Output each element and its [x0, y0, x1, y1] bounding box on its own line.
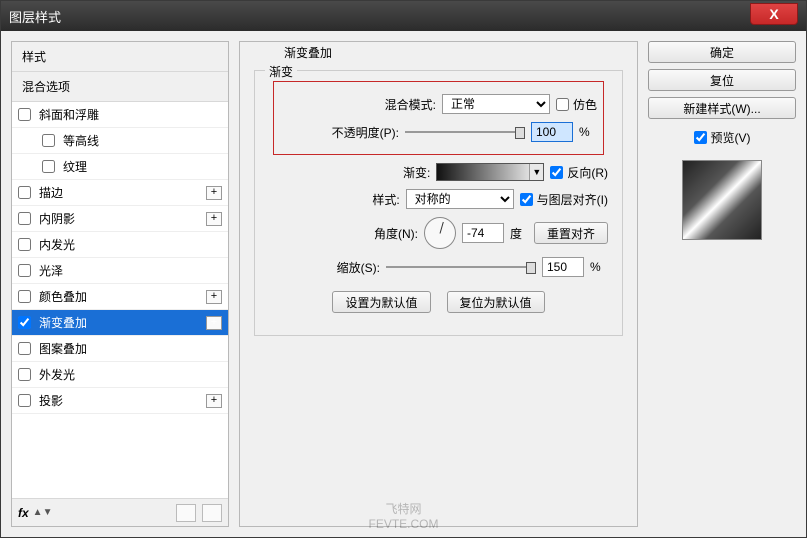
style-item-label: 描边: [39, 184, 63, 201]
preview-thumbnail: [682, 160, 762, 240]
style-item-add-icon[interactable]: +: [206, 290, 222, 304]
style-select[interactable]: 对称的: [406, 189, 514, 209]
dither-checkbox[interactable]: [556, 98, 569, 111]
preview-label: 预览(V): [711, 129, 751, 146]
style-item-label: 渐变叠加: [39, 314, 87, 331]
style-item-label: 斜面和浮雕: [39, 106, 99, 123]
angle-unit: 度: [510, 225, 528, 242]
preview-checkbox-wrap[interactable]: 预览(V): [648, 129, 796, 146]
style-item-5[interactable]: 内发光: [12, 232, 228, 258]
reset-align-button[interactable]: 重置对齐: [534, 222, 608, 244]
group-title: 渐变叠加: [280, 44, 336, 61]
window-title: 图层样式: [9, 7, 61, 26]
styles-footer: fx ▲▼: [12, 498, 228, 526]
style-item-4[interactable]: 内阴影 +: [12, 206, 228, 232]
blend-mode-label: 混合模式:: [385, 96, 436, 113]
cancel-button[interactable]: 复位: [648, 69, 796, 91]
style-item-0[interactable]: 斜面和浮雕: [12, 102, 228, 128]
styles-list: 斜面和浮雕等高线纹理描边 + 内阴影 + 内发光光泽颜色叠加 + 渐变叠加 + 图案叠加外发光投…: [12, 102, 228, 498]
preview-checkbox[interactable]: [694, 131, 707, 144]
align-label: 与图层对齐(I): [537, 191, 608, 208]
gradient-fieldset: 渐变 混合模式: 正常 仿色 不透明度(P):: [254, 70, 623, 336]
reverse-checkbox[interactable]: [550, 166, 563, 179]
reverse-checkbox-wrap[interactable]: 反向(R): [550, 164, 608, 181]
style-item-checkbox[interactable]: [18, 108, 31, 121]
angle-input[interactable]: [462, 223, 504, 243]
gradient-label: 渐变:: [403, 164, 430, 181]
ok-button[interactable]: 确定: [648, 41, 796, 63]
angle-dial[interactable]: [424, 217, 456, 249]
style-item-label: 内阴影: [39, 210, 75, 227]
style-item-checkbox[interactable]: [18, 238, 31, 251]
style-item-checkbox[interactable]: [18, 316, 31, 329]
style-item-7[interactable]: 颜色叠加 +: [12, 284, 228, 310]
style-item-checkbox[interactable]: [42, 160, 55, 173]
close-button[interactable]: X: [750, 3, 798, 25]
opacity-unit: %: [579, 125, 597, 139]
style-item-add-icon[interactable]: +: [206, 394, 222, 408]
style-item-checkbox[interactable]: [18, 186, 31, 199]
style-item-label: 纹理: [63, 158, 87, 175]
style-item-label: 等高线: [63, 132, 99, 149]
dither-label: 仿色: [573, 96, 597, 113]
opacity-input[interactable]: [531, 122, 573, 142]
align-checkbox[interactable]: [520, 193, 533, 206]
style-item-label: 外发光: [39, 366, 75, 383]
style-item-add-icon[interactable]: +: [206, 212, 222, 226]
style-item-3[interactable]: 描边 +: [12, 180, 228, 206]
align-checkbox-wrap[interactable]: 与图层对齐(I): [520, 191, 608, 208]
opacity-slider[interactable]: [405, 125, 525, 139]
style-item-add-icon[interactable]: +: [206, 316, 222, 330]
gradient-overlay-settings: 渐变叠加 渐变 混合模式: 正常 仿色 不透明: [239, 41, 638, 527]
fx-arrows-icon[interactable]: ▲▼: [33, 507, 53, 518]
style-item-8[interactable]: 渐变叠加 +: [12, 310, 228, 336]
style-item-10[interactable]: 外发光: [12, 362, 228, 388]
scale-unit: %: [590, 260, 608, 274]
gradient-dropdown-icon[interactable]: ▼: [529, 164, 543, 180]
style-item-add-icon[interactable]: +: [206, 186, 222, 200]
gradient-swatch[interactable]: ▼: [436, 163, 544, 181]
scale-slider[interactable]: [386, 260, 536, 274]
style-item-9[interactable]: 图案叠加: [12, 336, 228, 362]
style-item-checkbox[interactable]: [42, 134, 55, 147]
styles-header[interactable]: 样式: [12, 42, 228, 72]
style-item-checkbox[interactable]: [18, 264, 31, 277]
blend-mode-select[interactable]: 正常: [442, 94, 550, 114]
scale-label: 缩放(S):: [337, 259, 380, 276]
style-item-label: 光泽: [39, 262, 63, 279]
style-item-checkbox[interactable]: [18, 342, 31, 355]
dither-checkbox-wrap[interactable]: 仿色: [556, 96, 597, 113]
opacity-label: 不透明度(P):: [332, 124, 399, 141]
style-item-1[interactable]: 等高线: [12, 128, 228, 154]
style-item-checkbox[interactable]: [18, 394, 31, 407]
gradient-legend: 渐变: [265, 63, 297, 80]
reset-default-button[interactable]: 复位为默认值: [447, 291, 545, 313]
style-item-11[interactable]: 投影 +: [12, 388, 228, 414]
style-item-label: 投影: [39, 392, 63, 409]
style-item-label: 内发光: [39, 236, 75, 253]
new-style-button[interactable]: 新建样式(W)...: [648, 97, 796, 119]
style-label: 样式:: [372, 191, 399, 208]
style-item-6[interactable]: 光泽: [12, 258, 228, 284]
style-item-label: 颜色叠加: [39, 288, 87, 305]
layer-style-dialog: 图层样式 X 样式 混合选项 斜面和浮雕等高线纹理描边 + 内阴影 + 内发光光泽颜色叠…: [0, 0, 807, 538]
style-item-checkbox[interactable]: [18, 212, 31, 225]
scale-input[interactable]: [542, 257, 584, 277]
fx-label[interactable]: fx: [18, 506, 29, 520]
highlight-box: 混合模式: 正常 仿色 不透明度(P):: [273, 81, 604, 155]
style-item-checkbox[interactable]: [18, 368, 31, 381]
style-item-2[interactable]: 纹理: [12, 154, 228, 180]
footer-add-icon[interactable]: [176, 504, 196, 522]
angle-label: 角度(N):: [374, 225, 418, 242]
footer-trash-icon[interactable]: [202, 504, 222, 522]
right-button-panel: 确定 复位 新建样式(W)... 预览(V): [648, 41, 796, 527]
style-item-checkbox[interactable]: [18, 290, 31, 303]
titlebar: 图层样式 X: [1, 1, 806, 31]
blending-options-header[interactable]: 混合选项: [12, 72, 228, 102]
styles-panel: 样式 混合选项 斜面和浮雕等高线纹理描边 + 内阴影 + 内发光光泽颜色叠加 + 渐变叠加 +…: [11, 41, 229, 527]
content-area: 样式 混合选项 斜面和浮雕等高线纹理描边 + 内阴影 + 内发光光泽颜色叠加 + 渐变叠加 +…: [1, 31, 806, 537]
style-item-label: 图案叠加: [39, 340, 87, 357]
set-default-button[interactable]: 设置为默认值: [332, 291, 430, 313]
reverse-label: 反向(R): [567, 164, 608, 181]
